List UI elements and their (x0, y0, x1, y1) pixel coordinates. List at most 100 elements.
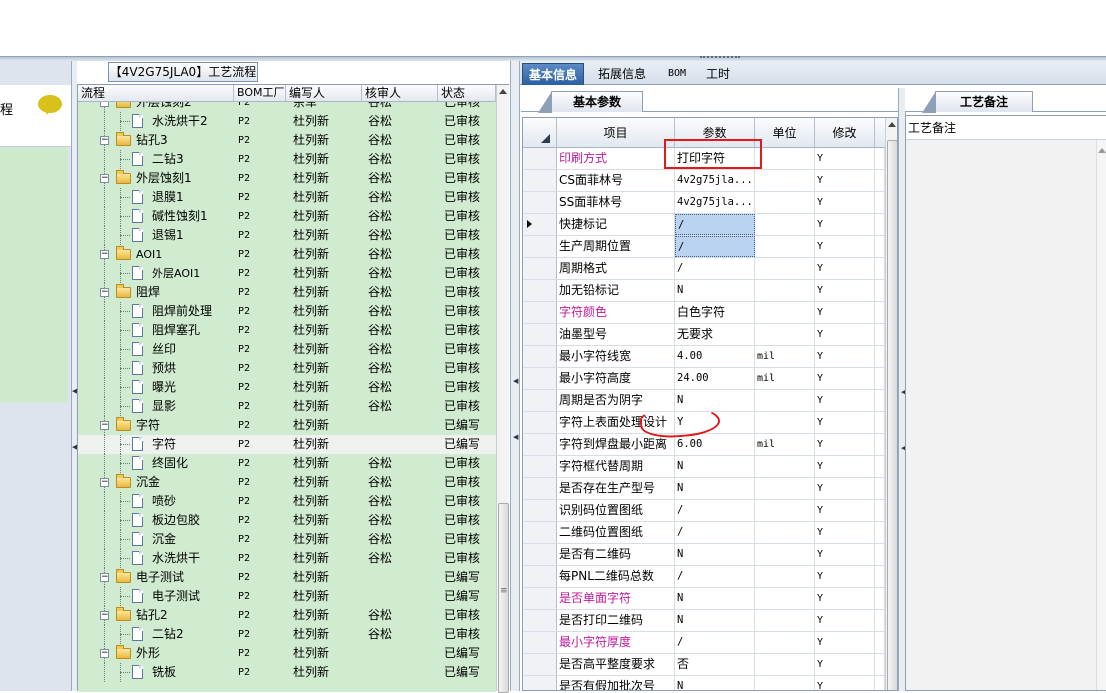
param-row[interactable]: 快捷标记 / Y (523, 214, 885, 236)
collapse-toggle-icon[interactable]: − (100, 421, 109, 430)
tree-row[interactable]: − AOI1 P2 杜列新 谷松 已审核 (78, 245, 496, 264)
collapse-toggle-icon[interactable]: − (100, 649, 109, 658)
tree-row[interactable]: 水洗烘干 P2 杜列新 谷松 已审核 (78, 549, 496, 568)
row-header[interactable] (523, 522, 557, 543)
tree-row[interactable]: − 电子测试 P2 杜列新 已编写 (78, 568, 496, 587)
tree-row[interactable]: − 沉金 P2 杜列新 谷松 已审核 (78, 473, 496, 492)
tree-row[interactable]: − 字符 P2 杜列新 已编写 (78, 416, 496, 435)
row-header[interactable] (523, 434, 557, 455)
param-row[interactable]: 是否有假加批次号 N Y (523, 676, 885, 690)
row-header[interactable] (523, 258, 557, 279)
param-row[interactable]: CS面菲林号 4v2g75jla... Y (523, 170, 885, 192)
param-row[interactable]: 字符到焊盘最小距离 6.00 mil Y (523, 434, 885, 456)
col-header-bom[interactable]: BOM工厂 (234, 85, 286, 102)
param-modify-flag[interactable]: Y (815, 192, 875, 213)
param-row[interactable]: 油墨型号 无要求 Y (523, 324, 885, 346)
tree-row[interactable]: 丝印 P2 杜列新 谷松 已审核 (78, 340, 496, 359)
tab-extended-info[interactable]: 拓展信息 (592, 63, 652, 85)
param-value-cell[interactable]: 4v2g75jla... (675, 170, 755, 191)
tree-row[interactable]: 退锡1 P2 杜列新 谷松 已审核 (78, 226, 496, 245)
tree-row[interactable]: 板边包胶 P2 杜列新 谷松 已审核 (78, 511, 496, 530)
row-header[interactable] (523, 390, 557, 411)
param-value-cell[interactable]: N (675, 676, 755, 690)
collapse-toggle-icon[interactable]: − (100, 174, 109, 183)
tree-row[interactable]: − 外层蚀刻2 P2 余军 谷松 已审核 (78, 102, 496, 112)
row-header[interactable] (523, 588, 557, 609)
collapse-toggle-icon[interactable]: − (100, 478, 109, 487)
param-modify-flag[interactable]: Y (815, 170, 875, 191)
param-value-cell[interactable]: 6.00 (675, 434, 755, 455)
tree-row[interactable]: 外层AOI1 P2 杜列新 谷松 已审核 (78, 264, 496, 283)
row-header[interactable] (523, 236, 557, 257)
param-modify-flag[interactable]: Y (815, 258, 875, 279)
tab-process-notes[interactable]: 工艺备注 (922, 91, 1033, 113)
param-modify-flag[interactable]: Y (815, 368, 875, 389)
param-modify-flag[interactable]: Y (815, 390, 875, 411)
param-row[interactable]: 是否有二维码 N Y (523, 544, 885, 566)
param-value-cell[interactable]: / (675, 500, 755, 521)
param-row[interactable]: SS面菲林号 4v2g75jla... Y (523, 192, 885, 214)
param-row[interactable]: 生产周期位置 / Y (523, 236, 885, 258)
param-value-cell[interactable]: N (675, 456, 755, 477)
tree-row[interactable]: 二钻3 P2 杜列新 谷松 已审核 (78, 150, 496, 169)
param-row[interactable]: 二维码位置图纸 / Y (523, 522, 885, 544)
param-modify-flag[interactable]: Y (815, 456, 875, 477)
tree-row[interactable]: 碱性蚀刻1 P2 杜列新 谷松 已审核 (78, 207, 496, 226)
param-modify-flag[interactable]: Y (815, 302, 875, 323)
tree-row[interactable]: 阻焊塞孔 P2 杜列新 谷松 已审核 (78, 321, 496, 340)
tree-row[interactable]: 喷砂 P2 杜列新 谷松 已审核 (78, 492, 496, 511)
notes-scrollbar[interactable] (1096, 140, 1106, 690)
chat-bubble-icon[interactable] (38, 95, 62, 115)
row-header[interactable] (523, 566, 557, 587)
scroll-up-icon[interactable] (888, 122, 896, 127)
param-value-cell[interactable]: / (675, 214, 755, 235)
param-row[interactable]: 最小字符线宽 4.00 mil Y (523, 346, 885, 368)
param-row[interactable]: 是否存在生产型号 N Y (523, 478, 885, 500)
param-modify-flag[interactable]: Y (815, 478, 875, 499)
row-header[interactable] (523, 346, 557, 367)
param-modify-flag[interactable]: Y (815, 346, 875, 367)
param-row[interactable]: 最小字符高度 24.00 mil Y (523, 368, 885, 390)
param-modify-flag[interactable]: Y (815, 148, 875, 169)
tree-row[interactable]: 预烘 P2 杜列新 谷松 已审核 (78, 359, 496, 378)
param-modify-flag[interactable]: Y (815, 566, 875, 587)
param-value-cell[interactable]: N (675, 610, 755, 631)
tree-row[interactable]: 阻焊前处理 P2 杜列新 谷松 已审核 (78, 302, 496, 321)
row-header[interactable] (523, 478, 557, 499)
row-header[interactable] (523, 676, 557, 690)
param-modify-flag[interactable]: Y (815, 588, 875, 609)
param-value-cell[interactable]: / (675, 236, 755, 257)
row-header[interactable] (523, 214, 557, 235)
param-row[interactable]: 加无铅标记 N Y (523, 280, 885, 302)
param-row[interactable]: 字符框代替周期 N Y (523, 456, 885, 478)
col-header-status[interactable]: 状态 (438, 85, 496, 102)
param-row[interactable]: 是否单面字符 N Y (523, 588, 885, 610)
param-row[interactable]: 最小字符厚度 / Y (523, 632, 885, 654)
param-modify-flag[interactable]: Y (815, 654, 875, 675)
tree-row[interactable]: 二钻2 P2 杜列新 谷松 已审核 (78, 625, 496, 644)
tree-row[interactable]: 铣板 P2 杜列新 已编写 (78, 663, 496, 682)
row-header[interactable] (523, 280, 557, 301)
param-value-cell[interactable]: 4.00 (675, 346, 755, 367)
param-value-cell[interactable]: 白色字符 (675, 302, 755, 323)
row-header[interactable] (523, 500, 557, 521)
param-row[interactable]: 周期格式 / Y (523, 258, 885, 280)
param-value-cell[interactable]: N (675, 588, 755, 609)
middle-splitter[interactable]: ◀ ◀ (510, 61, 520, 691)
param-value-cell[interactable]: / (675, 566, 755, 587)
tab-work-hours[interactable]: 工时 (700, 63, 736, 85)
row-header[interactable] (523, 192, 557, 213)
collapse-toggle-icon[interactable]: − (100, 573, 109, 582)
row-header[interactable] (523, 324, 557, 345)
param-value-cell[interactable]: / (675, 632, 755, 653)
row-header[interactable] (523, 632, 557, 653)
param-value-cell[interactable]: N (675, 544, 755, 565)
param-row[interactable]: 是否高平整度要求否 Y (523, 654, 885, 676)
param-modify-flag[interactable]: Y (815, 632, 875, 653)
row-header[interactable] (523, 544, 557, 565)
tree-row[interactable]: − 外形 P2 杜列新 已编写 (78, 644, 496, 663)
param-modify-flag[interactable]: Y (815, 324, 875, 345)
collapse-toggle-icon[interactable]: − (100, 102, 109, 107)
param-modify-flag[interactable]: Y (815, 236, 875, 257)
row-header[interactable] (523, 302, 557, 323)
